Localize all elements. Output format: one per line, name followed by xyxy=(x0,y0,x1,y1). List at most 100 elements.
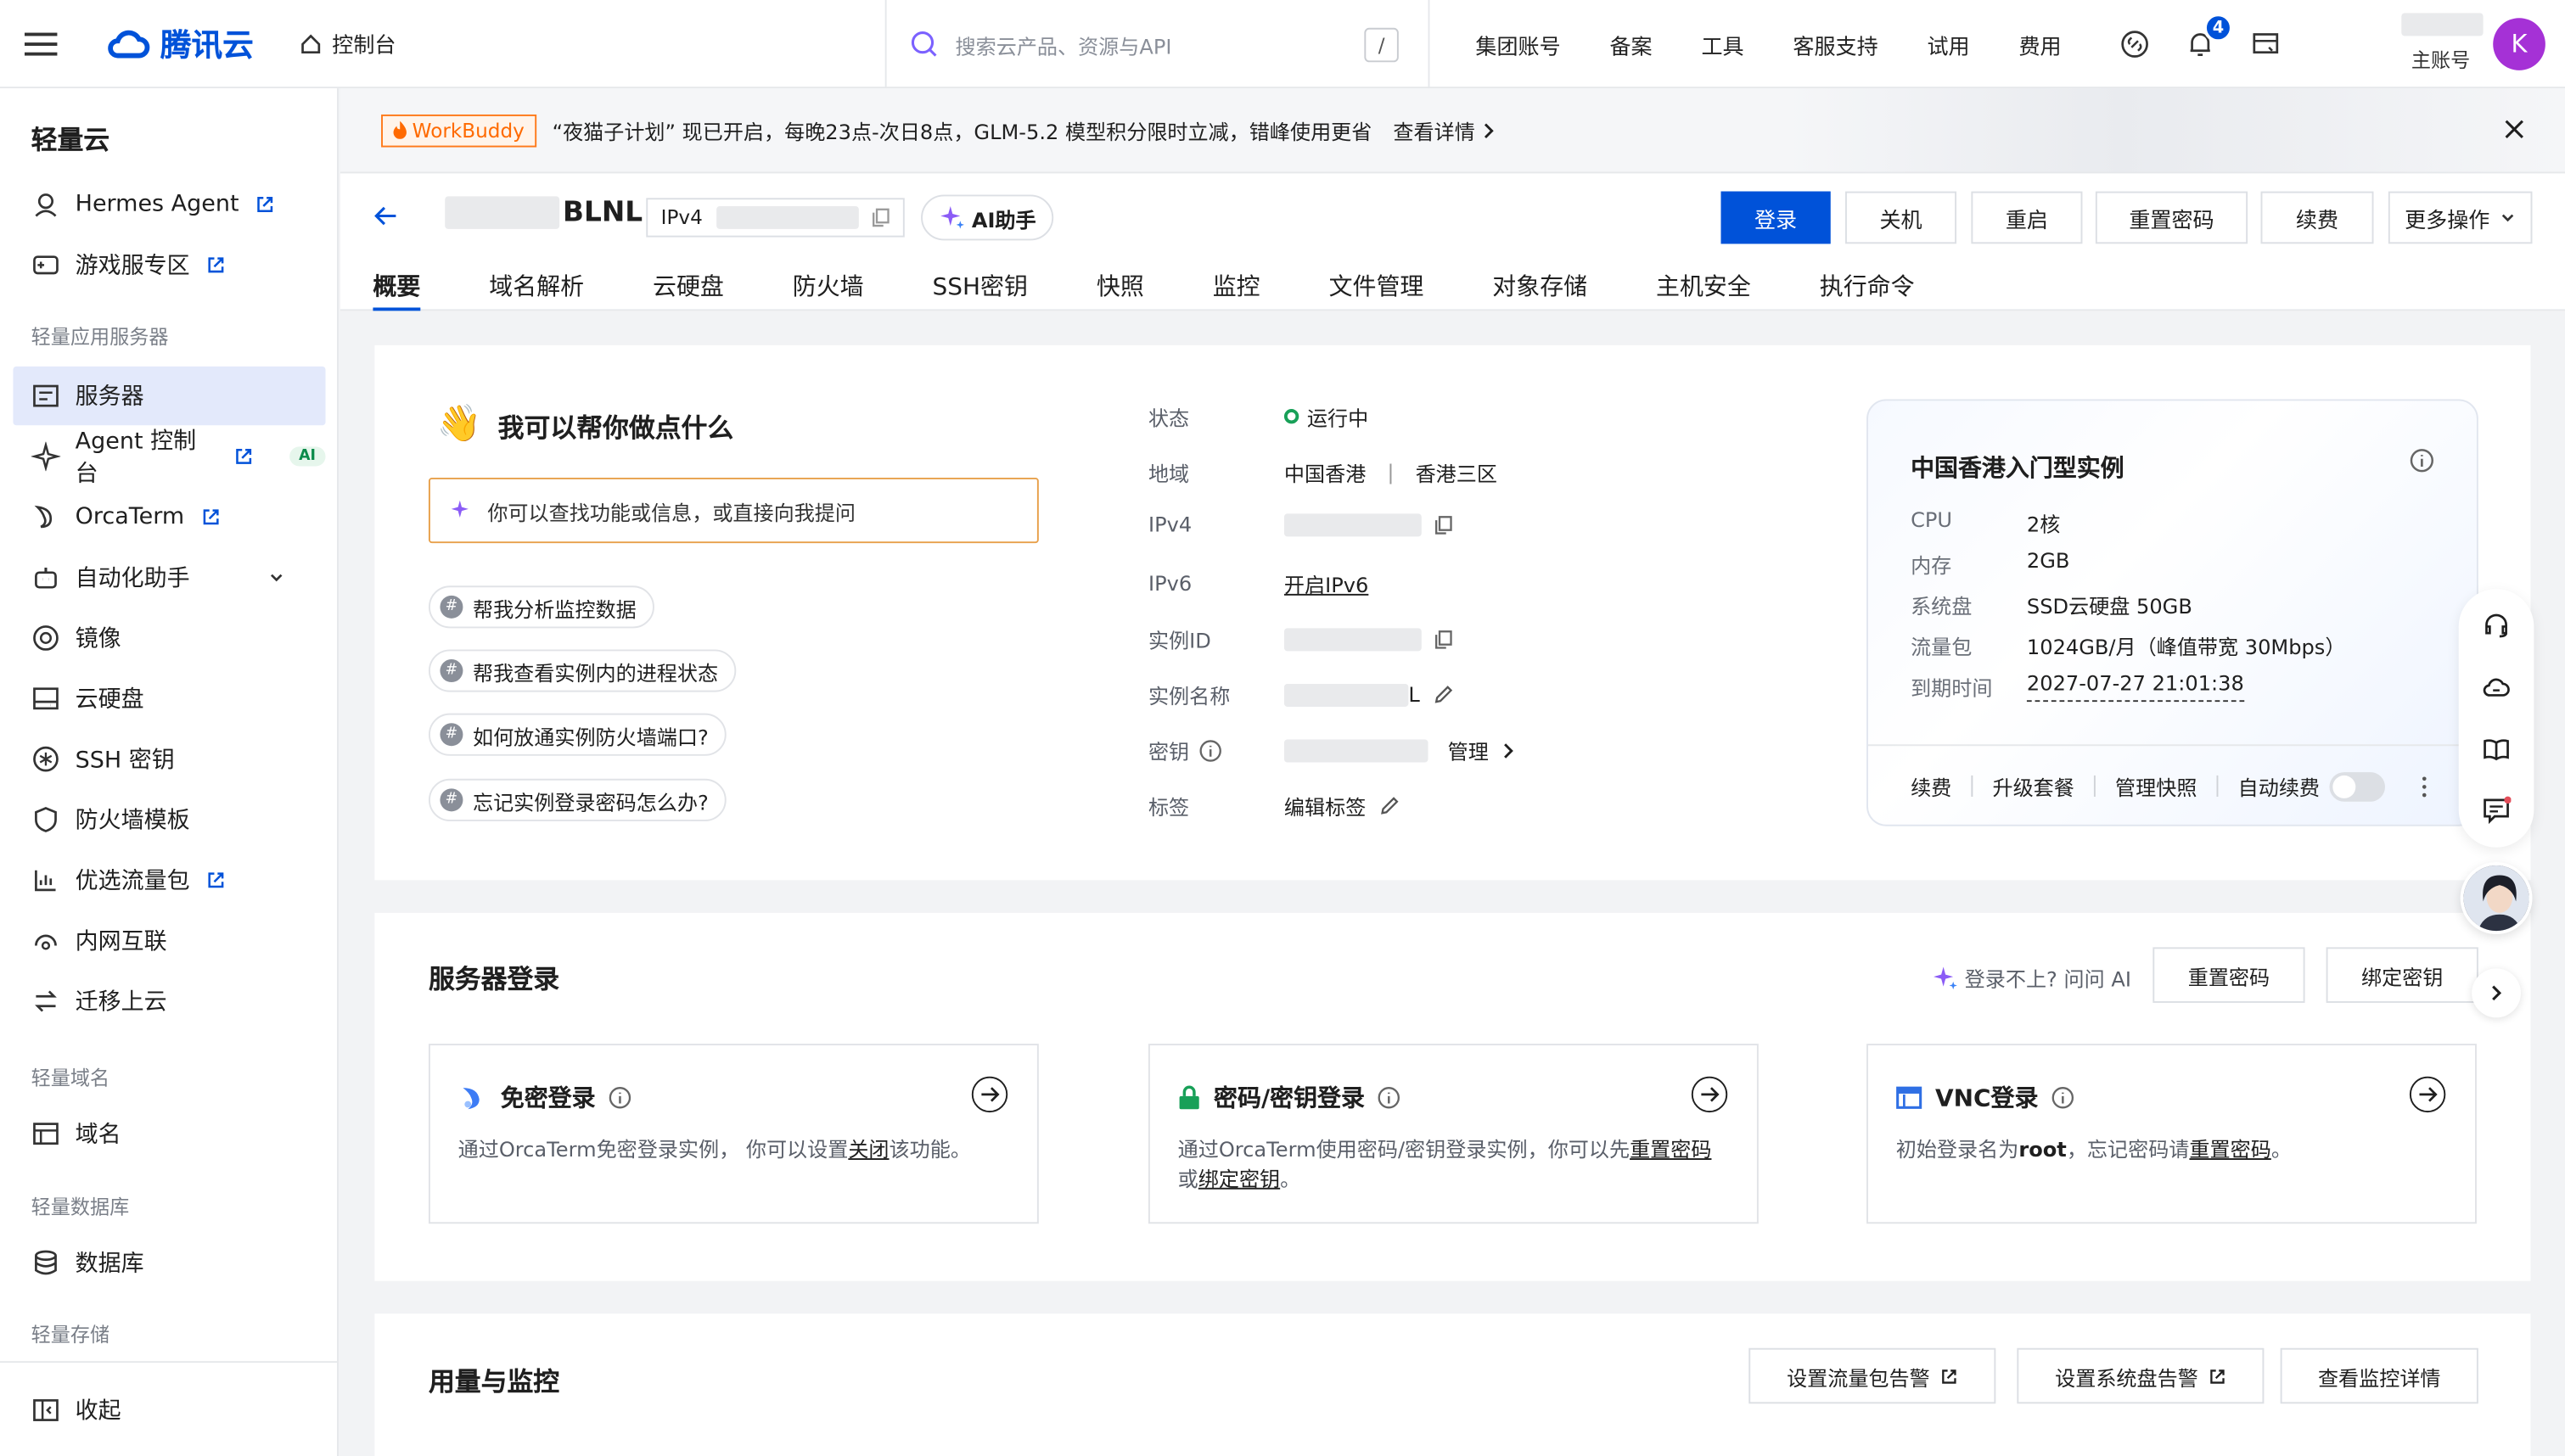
info-icon[interactable] xyxy=(2051,1085,2074,1108)
renew-button[interactable]: 续费 xyxy=(2260,191,2374,244)
nav-tools[interactable]: 工具 xyxy=(1701,29,1743,59)
back-arrow-icon[interactable] xyxy=(373,203,399,229)
menu-icon[interactable] xyxy=(0,0,81,87)
console-home-link[interactable]: 控制台 xyxy=(300,28,396,59)
expiry-value[interactable]: 2027-07-27 21:01:38 xyxy=(2026,671,2244,703)
sidebar-item-agent-console[interactable]: Agent 控制台 AI xyxy=(13,427,326,488)
password-key-login-box[interactable]: 密码/密钥登录 通过OrcaTerm使用密码/密钥登录实例，你可以先重置密码或绑… xyxy=(1148,1044,1759,1224)
suggestion-chip[interactable]: # 帮我分析监控数据 xyxy=(428,585,654,629)
bind-key-link[interactable]: 绑定密钥 xyxy=(1198,1167,1280,1191)
ask-ai-link[interactable]: 登录不上? 问问 AI xyxy=(1932,962,2131,994)
suggestion-chip[interactable]: # 帮我查看实例内的进程状态 xyxy=(428,649,737,692)
close-icon[interactable] xyxy=(2503,118,2526,141)
suggestion-chip[interactable]: # 如何放通实例防火墙端口? xyxy=(428,713,727,756)
tab-cloud-disk[interactable]: 云硬盘 xyxy=(653,268,724,311)
sidebar-item-orcaterm[interactable]: OrcaTerm xyxy=(13,488,325,546)
ai-assistant-button[interactable]: AI助手 xyxy=(921,194,1054,241)
sidebar-collapse-button[interactable]: 收起 xyxy=(13,1380,325,1439)
upgrade-plan-link[interactable]: 升级套餐 xyxy=(1992,770,2074,802)
copy-icon[interactable] xyxy=(1434,514,1452,534)
passwordless-login-box[interactable]: 免密登录 通过OrcaTerm免密登录实例， 你可以设置关闭该功能。 xyxy=(428,1044,1039,1224)
spec-renew-link[interactable]: 续费 xyxy=(1911,770,1951,802)
workorder-icon[interactable] xyxy=(2251,30,2281,59)
chevron-down-icon xyxy=(2500,210,2516,226)
tab-dns[interactable]: 域名解析 xyxy=(489,268,584,311)
traffic-alarm-button[interactable]: 设置流量包告警 xyxy=(1748,1347,1996,1404)
tab-firewall[interactable]: 防火墙 xyxy=(793,268,864,311)
nav-group-account[interactable]: 集团账号 xyxy=(1475,29,1560,59)
info-icon[interactable] xyxy=(2410,448,2434,473)
tab-monitoring[interactable]: 监控 xyxy=(1213,268,1260,311)
tencent-cloud-logo[interactable]: 腾讯云 xyxy=(104,21,254,65)
nav-billing[interactable]: 费用 xyxy=(2018,29,2061,59)
disable-link[interactable]: 关闭 xyxy=(848,1137,889,1162)
edit-pencil-icon[interactable] xyxy=(1433,684,1454,705)
global-search[interactable]: 搜索云产品、资源与API / xyxy=(884,0,1430,89)
tab-host-security[interactable]: 主机安全 xyxy=(1656,268,1751,311)
copy-icon[interactable] xyxy=(872,208,890,227)
more-vertical-icon[interactable] xyxy=(2421,776,2427,798)
sidebar-item-images[interactable]: 镜像 xyxy=(13,608,325,667)
ai-avatar-assistant[interactable] xyxy=(2460,862,2533,934)
sidebar-item-database[interactable]: 数据库 xyxy=(13,1234,325,1292)
book-icon[interactable] xyxy=(2482,735,2512,764)
sidebar-item-game-server[interactable]: 游戏服专区 xyxy=(13,236,325,294)
edit-tags-link[interactable]: 编辑标签 xyxy=(1284,790,1400,821)
sidebar-item-servers[interactable]: 服务器 xyxy=(13,366,326,426)
system-disk-alarm-button[interactable]: 设置系统盘告警 xyxy=(2017,1347,2265,1404)
shutdown-button[interactable]: 关机 xyxy=(1844,191,1957,244)
more-actions-button[interactable]: 更多操作 xyxy=(2388,191,2533,244)
avatar[interactable]: K xyxy=(2493,18,2545,70)
nav-trial[interactable]: 试用 xyxy=(1927,29,1969,59)
sidebar-item-migrate[interactable]: 迁移上云 xyxy=(13,972,325,1030)
sidebar-item-ssh-keys[interactable]: SSH 密钥 xyxy=(13,730,325,788)
login-button[interactable]: 登录 xyxy=(1720,191,1831,244)
auto-renew-toggle[interactable] xyxy=(2329,771,2386,801)
nav-support[interactable]: 客服支持 xyxy=(1793,29,1877,59)
tab-snapshots[interactable]: 快照 xyxy=(1097,268,1144,311)
bell-icon[interactable]: 4 xyxy=(2186,13,2233,59)
info-icon[interactable] xyxy=(609,1085,631,1108)
sidebar-item-domain[interactable]: 域名 xyxy=(13,1104,325,1162)
headset-icon[interactable] xyxy=(2482,610,2512,640)
sidebar-item-traffic-package[interactable]: 优选流量包 xyxy=(13,851,325,910)
ipv4-value xyxy=(1283,512,1453,536)
monitor-details-button[interactable]: 查看监控详情 xyxy=(2280,1347,2478,1404)
restart-button[interactable]: 重启 xyxy=(1971,191,2083,244)
login-reset-password-button[interactable]: 重置密码 xyxy=(2152,947,2305,1003)
tab-overview[interactable]: 概要 xyxy=(373,268,421,311)
feedback-icon[interactable] xyxy=(2482,795,2512,825)
bind-key-button[interactable]: 绑定密钥 xyxy=(2326,947,2478,1003)
arrow-right-icon[interactable] xyxy=(2409,1076,2446,1113)
reset-password-link[interactable]: 重置密码 xyxy=(1630,1137,1711,1162)
tab-ssh-keys[interactable]: SSH密钥 xyxy=(933,268,1028,311)
expand-panel-button[interactable] xyxy=(2472,968,2521,1018)
manage-key-link[interactable]: 管理 xyxy=(1448,735,1515,766)
info-icon[interactable] xyxy=(1199,739,1222,762)
link-icon[interactable] xyxy=(2120,30,2150,59)
sidebar-item-hermes-agent[interactable]: Hermes Agent xyxy=(13,175,325,233)
sidebar-item-automation[interactable]: 自动化助手 xyxy=(13,548,325,607)
main-account-label[interactable]: 主账号 xyxy=(2411,46,2470,74)
sidebar-item-intranet[interactable]: 内网互联 xyxy=(13,911,325,970)
tab-run-command[interactable]: 执行命令 xyxy=(1820,268,1915,311)
tab-object-storage[interactable]: 对象存储 xyxy=(1492,268,1587,311)
manage-snapshots-link[interactable]: 管理快照 xyxy=(2115,770,2197,802)
cloud-chat-icon[interactable] xyxy=(2482,672,2512,702)
reset-password-button[interactable]: 重置密码 xyxy=(2095,191,2248,244)
vnc-login-box[interactable]: VNC登录 初始登录名为root，忘记密码请重置密码。 xyxy=(1866,1044,2477,1224)
copy-icon[interactable] xyxy=(1434,629,1452,648)
arrow-right-icon[interactable] xyxy=(1691,1076,1728,1113)
tab-file-manager[interactable]: 文件管理 xyxy=(1329,268,1424,311)
ai-question-input[interactable]: 你可以查找功能或信息，或直接向我提问 xyxy=(428,478,1039,544)
info-icon[interactable] xyxy=(1378,1085,1400,1108)
arrow-right-icon[interactable] xyxy=(971,1076,1008,1113)
sidebar-item-firewall-template[interactable]: 防火墙模板 xyxy=(13,790,325,848)
suggestion-chip[interactable]: # 忘记实例登录密码怎么办? xyxy=(428,778,727,821)
nav-icp[interactable]: 备案 xyxy=(1609,29,1652,59)
sidebar-item-cloud-disk[interactable]: 云硬盘 xyxy=(13,669,325,728)
enable-ipv6-link[interactable]: 开启IPv6 xyxy=(1284,568,1368,599)
sidebar: 轻量云 Hermes Agent 游戏服专区 轻量应用服务器 服务器 Agent… xyxy=(0,88,339,1456)
banner-details-link[interactable]: 查看详情 xyxy=(1393,115,1495,146)
reset-password-link[interactable]: 重置密码 xyxy=(2189,1137,2270,1162)
